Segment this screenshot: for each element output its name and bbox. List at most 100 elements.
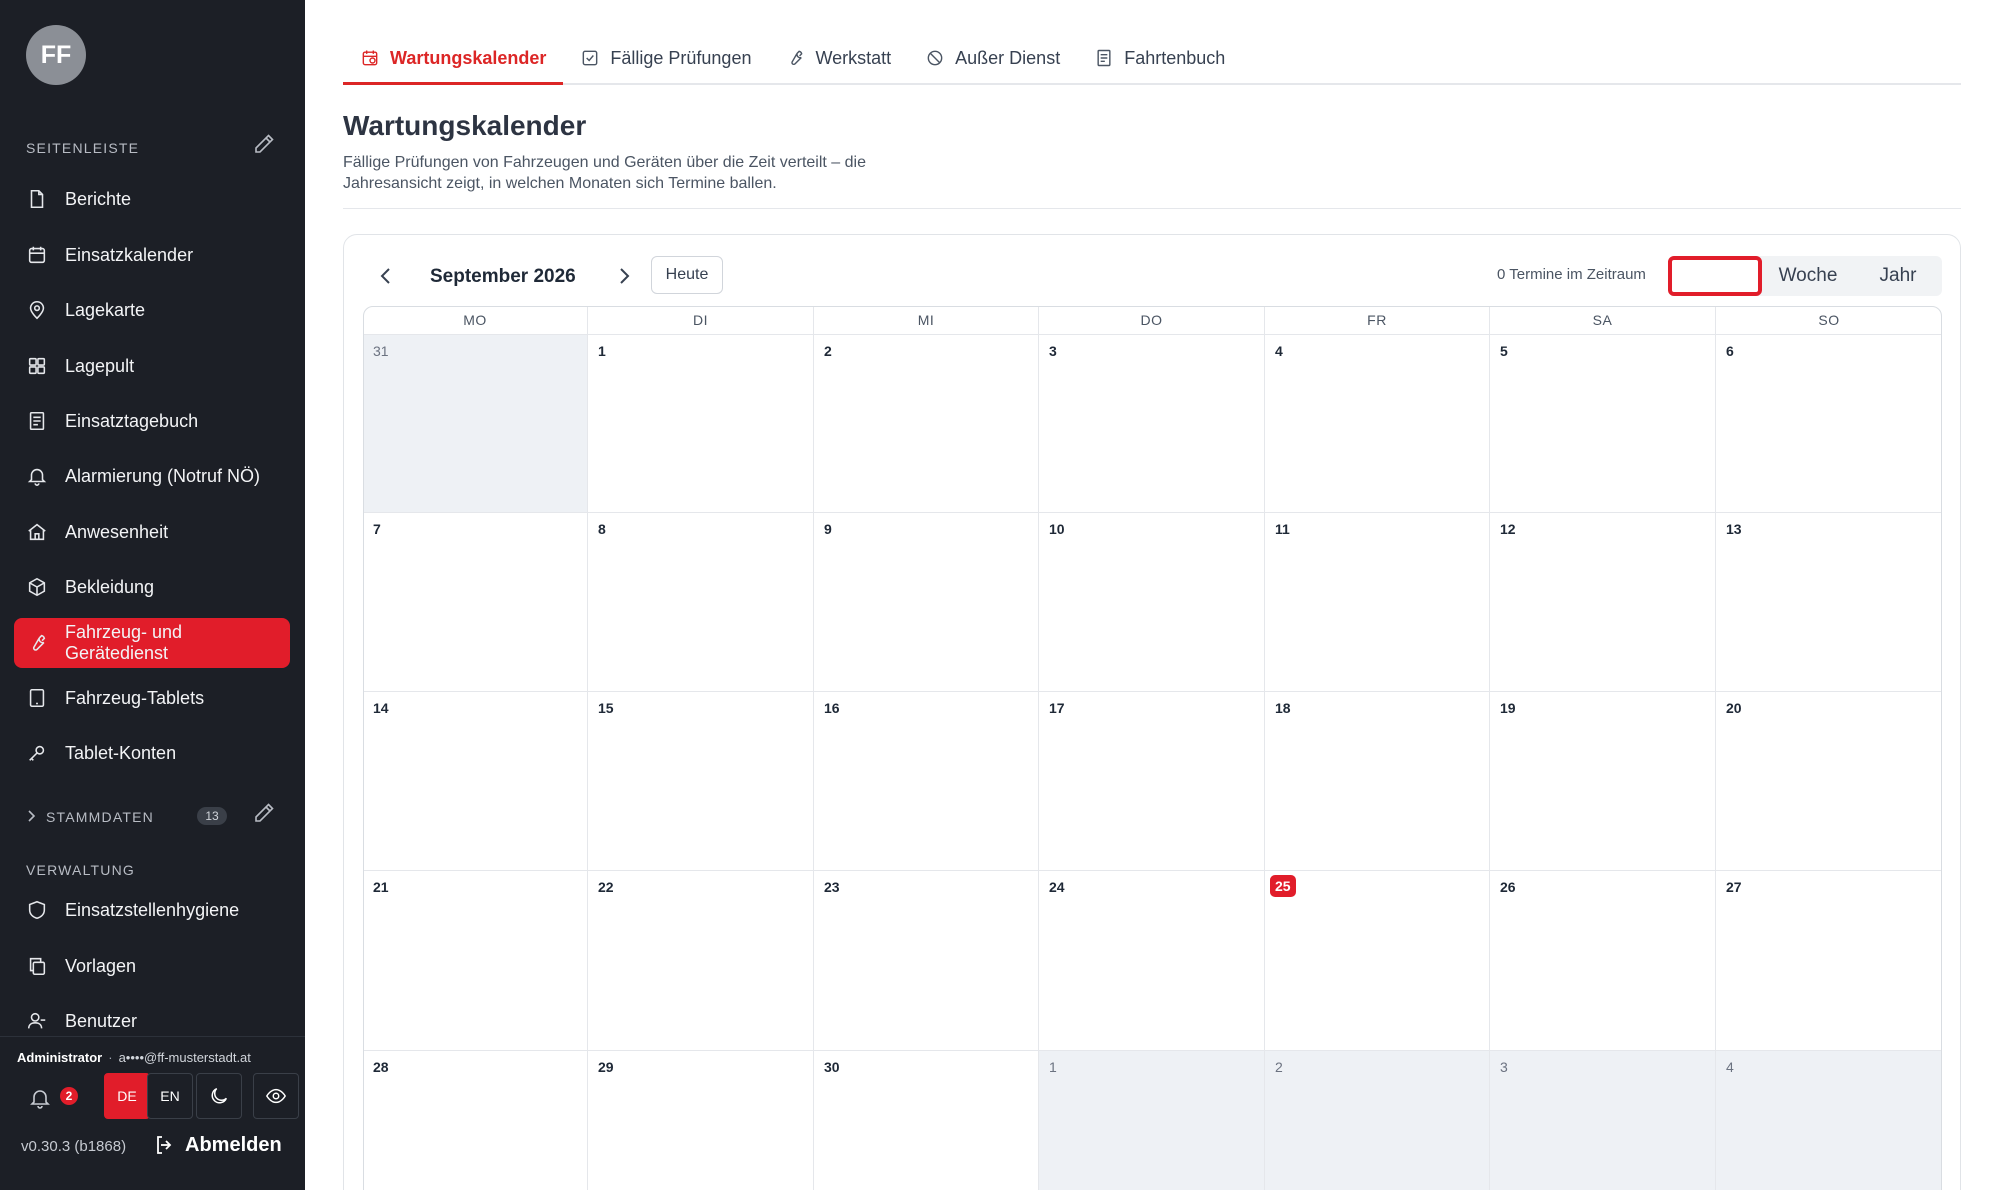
day-number: 25	[1270, 875, 1296, 897]
calendar-day[interactable]: 24	[1039, 871, 1265, 1051]
calendar-day[interactable]: 2	[814, 334, 1039, 513]
pencil-icon[interactable]	[252, 801, 276, 825]
weekday-header: MO	[363, 306, 588, 334]
calendar-day[interactable]: 7	[363, 513, 588, 692]
calendar-day[interactable]: 22	[588, 871, 814, 1051]
calendar-day[interactable]: 23	[814, 871, 1039, 1051]
section-label-stammdaten[interactable]: STAMMDATEN	[46, 809, 154, 825]
prev-month-button[interactable]	[376, 266, 396, 286]
sidebar-item-8[interactable]: Bekleidung	[14, 562, 290, 612]
day-number: 31	[373, 343, 389, 359]
chevron-right-icon[interactable]	[25, 807, 39, 825]
day-number: 14	[373, 700, 389, 716]
calendar-day[interactable]: 19	[1490, 692, 1716, 871]
sidebar-item-label: Einsatzstellenhygiene	[65, 899, 240, 920]
sidebar-item-label: Lagepult	[65, 355, 135, 376]
calendar-day[interactable]: 13	[1716, 513, 1942, 692]
sidebar-verwaltung-item-1[interactable]: Einsatzstellenhygiene	[14, 885, 290, 935]
calendar-day[interactable]: 9	[814, 513, 1039, 692]
dark-mode-button[interactable]	[196, 1073, 242, 1119]
tab-3[interactable]: Werkstatt	[768, 33, 908, 83]
sidebar-item-10[interactable]: Fahrzeug-Tablets	[14, 673, 290, 723]
calendar-day[interactable]: 11	[1265, 513, 1490, 692]
sidebar-verwaltung-item-2[interactable]: Vorlagen	[14, 941, 290, 991]
today-button[interactable]: Heute	[651, 256, 723, 294]
weekday-header: SO	[1818, 312, 1840, 328]
calendar-icon	[28, 246, 46, 264]
sidebar-item-2[interactable]: Einsatzkalender	[14, 230, 290, 280]
logout-icon	[157, 1136, 172, 1154]
visibility-button[interactable]	[253, 1073, 299, 1119]
calendar-day[interactable]: 3	[1039, 334, 1265, 513]
lang-de-button[interactable]: DE	[104, 1073, 150, 1119]
next-month-button[interactable]	[614, 266, 634, 286]
tab-5[interactable]: Fahrtenbuch	[1077, 33, 1242, 83]
shield-icon	[28, 900, 46, 920]
calendar-day[interactable]: 12	[1490, 513, 1716, 692]
day-number: 23	[824, 879, 840, 895]
calendar-day[interactable]: 1	[1039, 1051, 1265, 1190]
calendar-day[interactable]: 20	[1716, 692, 1942, 871]
sidebar-item-label: Bekleidung	[65, 576, 155, 597]
view-month-button[interactable]	[1668, 256, 1762, 296]
day-number: 8	[598, 521, 606, 537]
bell-icon	[26, 465, 48, 487]
calendar-day[interactable]: 26	[1490, 871, 1716, 1051]
lang-en-button[interactable]: EN	[147, 1073, 193, 1119]
calendar-day[interactable]: 28	[363, 1051, 588, 1190]
calendar-day[interactable]: 21	[363, 871, 588, 1051]
calendar-day[interactable]: 17	[1039, 692, 1265, 871]
calendar-day[interactable]: 15	[588, 692, 814, 871]
view-week-button[interactable]: Woche	[1762, 256, 1854, 296]
day-number: 4	[1726, 1059, 1734, 1075]
sidebar-item-9[interactable]: Fahrzeug- und Gerätedienst	[14, 618, 290, 668]
grid-icon	[26, 355, 48, 377]
sidebar-item-5[interactable]: Einsatztagebuch	[14, 396, 290, 446]
sidebar-item-6[interactable]: Alarmierung (Notruf NÖ)	[14, 451, 290, 501]
bell-icon[interactable]	[28, 1086, 52, 1110]
calendar-day[interactable]: 31	[363, 334, 588, 513]
calendar-day[interactable]: 27	[1716, 871, 1942, 1051]
calendar-day[interactable]: 2	[1265, 1051, 1490, 1190]
logout-button[interactable]: Abmelden	[153, 1133, 282, 1157]
notebook-icon	[29, 411, 45, 431]
checkbox-icon	[583, 50, 598, 66]
calendar-day[interactable]: 6	[1716, 334, 1942, 513]
tab-1[interactable]: Wartungskalender	[343, 33, 564, 85]
tab-label: Außer Dienst	[955, 47, 1061, 68]
sidebar-item-label: Fahrzeug-Tablets	[65, 687, 205, 708]
sidebar-item-label: Fahrzeug- und Gerätedienst	[65, 622, 183, 663]
sidebar-item-7[interactable]: Anwesenheit	[14, 507, 290, 557]
calendar-day[interactable]: 16	[814, 692, 1039, 871]
tab-4[interactable]: Außer Dienst	[908, 33, 1077, 83]
chevron-left-icon	[380, 268, 390, 284]
day-number: 6	[1726, 343, 1734, 359]
view-year-button[interactable]: Jahr	[1854, 256, 1942, 296]
calendar-day[interactable]: 8	[588, 513, 814, 692]
box-icon	[28, 577, 46, 597]
sidebar-item-3[interactable]: Lagekarte	[14, 285, 290, 335]
day-number: 13	[1726, 521, 1742, 537]
key-icon	[29, 745, 45, 761]
pencil-icon[interactable]	[252, 132, 276, 156]
sidebar-item-4[interactable]: Lagepult	[14, 341, 290, 391]
sidebar-item-label: Einsatzkalender	[65, 244, 194, 265]
tab-2[interactable]: Fällige Prüfungen	[563, 33, 768, 83]
section-label-verwaltung: VERWALTUNG	[26, 862, 135, 878]
calendar-day[interactable]: 14	[363, 692, 588, 871]
sidebar-item-label: Vorlagen	[65, 955, 137, 976]
calendar-day[interactable]: 5	[1490, 334, 1716, 513]
day-number: 18	[1275, 700, 1291, 716]
calendar-day[interactable]: 4	[1265, 334, 1490, 513]
sidebar-item-1[interactable]: Berichte	[14, 174, 290, 224]
calendar-day[interactable]: 3	[1490, 1051, 1716, 1190]
calendar-day[interactable]: 10	[1039, 513, 1265, 692]
sidebar-item-11[interactable]: Tablet-Konten	[14, 728, 290, 778]
calendar-day[interactable]: 1	[588, 334, 814, 513]
avatar[interactable]: FF	[26, 25, 86, 85]
calendar-day-today[interactable]: 25	[1265, 871, 1490, 1051]
calendar-day[interactable]: 29	[588, 1051, 814, 1190]
calendar-day[interactable]: 18	[1265, 692, 1490, 871]
calendar-day[interactable]: 4	[1716, 1051, 1942, 1190]
calendar-day[interactable]: 30	[814, 1051, 1039, 1190]
